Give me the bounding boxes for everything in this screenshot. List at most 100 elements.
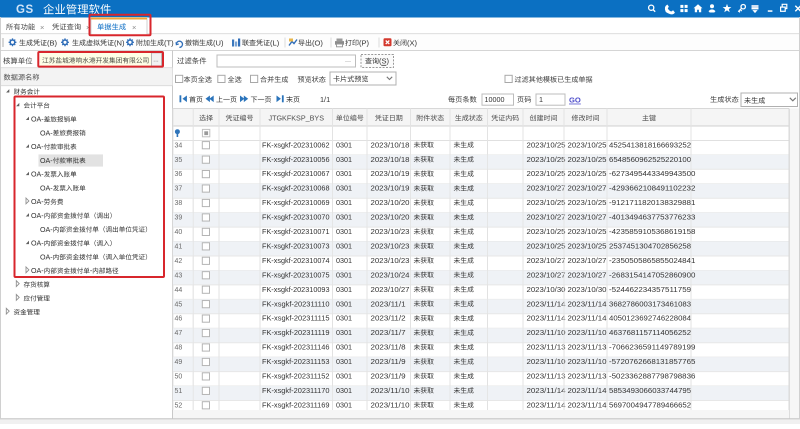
svg-text:0301: 0301 bbox=[336, 343, 352, 352]
svg-text:(L): (L) bbox=[270, 38, 280, 47]
svg-text:2023/11/14: 2023/11/14 bbox=[527, 400, 566, 409]
svg-text:(S): (S) bbox=[379, 57, 390, 66]
svg-text:2023/10/27: 2023/10/27 bbox=[568, 184, 607, 193]
svg-text:0301: 0301 bbox=[336, 155, 352, 164]
svg-text:44: 44 bbox=[175, 287, 183, 294]
svg-text:10000: 10000 bbox=[485, 95, 505, 104]
svg-text:2023/11/14: 2023/11/14 bbox=[527, 386, 566, 395]
svg-text:2023/10/20: 2023/10/20 bbox=[371, 198, 410, 207]
svg-text:FK-xsgkf-202311115: FK-xsgkf-202311115 bbox=[262, 314, 330, 323]
svg-text:2023/10/25: 2023/10/25 bbox=[568, 241, 607, 250]
svg-text:(B): (B) bbox=[47, 38, 58, 47]
svg-text:2023/10/27: 2023/10/27 bbox=[568, 256, 607, 265]
svg-text:2023/10/25: 2023/10/25 bbox=[527, 241, 566, 250]
svg-text:2023/10/27: 2023/10/27 bbox=[527, 213, 566, 222]
svg-text:2023/11/10: 2023/11/10 bbox=[371, 386, 410, 395]
svg-text:2023/11/14: 2023/11/14 bbox=[527, 314, 566, 323]
svg-text:1/1: 1/1 bbox=[320, 95, 330, 104]
svg-text:2023/11/10: 2023/11/10 bbox=[568, 357, 607, 366]
svg-text:1: 1 bbox=[539, 95, 543, 104]
svg-text:×: × bbox=[40, 23, 44, 32]
svg-text:2023/10/19: 2023/10/19 bbox=[371, 169, 410, 178]
svg-text:FK-xsgkf-202310067: FK-xsgkf-202310067 bbox=[262, 169, 330, 178]
svg-text:2023/10/25: 2023/10/25 bbox=[527, 155, 566, 164]
svg-text:2023/11/9: 2023/11/9 bbox=[371, 357, 406, 366]
svg-text:0301: 0301 bbox=[336, 400, 352, 409]
svg-text:FK-xsgkf-202310069: FK-xsgkf-202310069 bbox=[262, 198, 330, 207]
svg-text:2023/10/27: 2023/10/27 bbox=[527, 184, 566, 193]
svg-text:OA-: OA- bbox=[40, 226, 53, 234]
svg-text:2023/10/20: 2023/10/20 bbox=[371, 213, 410, 222]
svg-text:45: 45 bbox=[175, 301, 183, 308]
svg-text:5697004947789466652: 5697004947789466652 bbox=[609, 400, 691, 409]
svg-text:×: × bbox=[132, 23, 136, 32]
svg-text:50: 50 bbox=[175, 374, 183, 381]
svg-text:48: 48 bbox=[175, 345, 183, 352]
svg-text:2023/10/27: 2023/10/27 bbox=[568, 270, 607, 279]
svg-text:2023/11/14: 2023/11/14 bbox=[568, 299, 607, 308]
svg-text:0301: 0301 bbox=[336, 314, 352, 323]
svg-text:FK-xsgkf-202310062: FK-xsgkf-202310062 bbox=[262, 140, 330, 149]
svg-text:0301: 0301 bbox=[336, 299, 352, 308]
svg-text:OA-: OA- bbox=[40, 157, 53, 165]
svg-text:0301: 0301 bbox=[336, 169, 352, 178]
svg-text:4637681157114056252: 4637681157114056252 bbox=[609, 328, 691, 337]
svg-text:2023/11/8: 2023/11/8 bbox=[371, 343, 406, 352]
svg-text:2023/10/19: 2023/10/19 bbox=[371, 184, 410, 193]
svg-text:(O): (O) bbox=[312, 38, 323, 47]
svg-text:FK-xsgkf-202310074: FK-xsgkf-202310074 bbox=[262, 256, 330, 265]
svg-text:2023/10/30: 2023/10/30 bbox=[568, 285, 607, 294]
svg-text:2023/10/27: 2023/10/27 bbox=[371, 285, 410, 294]
svg-text:41: 41 bbox=[175, 243, 183, 250]
svg-text:2023/10/25: 2023/10/25 bbox=[527, 227, 566, 236]
svg-text:OA-: OA- bbox=[31, 143, 44, 151]
svg-text:...: ... bbox=[345, 55, 351, 64]
svg-text:JTGKFKSP_BYS: JTGKFKSP_BYS bbox=[268, 114, 324, 123]
svg-text:OA-: OA- bbox=[40, 129, 53, 137]
svg-text:(T): (T) bbox=[164, 38, 174, 47]
svg-text:FK-xsgkf-202311146: FK-xsgkf-202311146 bbox=[262, 343, 330, 352]
svg-text:0301: 0301 bbox=[336, 140, 352, 149]
svg-text:2023/10/25: 2023/10/25 bbox=[527, 140, 566, 149]
svg-text:37: 37 bbox=[175, 186, 183, 193]
svg-text:OA-: OA- bbox=[40, 185, 53, 193]
svg-text:34: 34 bbox=[175, 142, 183, 149]
svg-text:5853493066033744795: 5853493066033744795 bbox=[609, 386, 691, 395]
svg-text:0301: 0301 bbox=[336, 198, 352, 207]
svg-text:2023/10/25: 2023/10/25 bbox=[527, 198, 566, 207]
svg-text:42: 42 bbox=[175, 258, 183, 265]
svg-text:3682786003173461083: 3682786003173461083 bbox=[609, 299, 691, 308]
svg-text:-6273495443349943500: -6273495443349943500 bbox=[609, 169, 695, 178]
svg-text:2023/11/10: 2023/11/10 bbox=[527, 328, 566, 337]
svg-text:51: 51 bbox=[175, 388, 183, 395]
svg-text:2023/11/7: 2023/11/7 bbox=[371, 328, 406, 337]
svg-text:FK-xsgkf-202311152: FK-xsgkf-202311152 bbox=[262, 372, 330, 381]
svg-text:FK-xsgkf-202310070: FK-xsgkf-202310070 bbox=[262, 213, 330, 222]
svg-text:-4013494637753776233: -4013494637753776233 bbox=[609, 213, 695, 222]
svg-text:OA-: OA- bbox=[31, 116, 44, 124]
svg-text:0301: 0301 bbox=[336, 184, 352, 193]
svg-text:2023/10/30: 2023/10/30 bbox=[527, 285, 566, 294]
svg-text:46: 46 bbox=[175, 316, 183, 323]
svg-text:FK-xsgkf-202311110: FK-xsgkf-202311110 bbox=[262, 299, 330, 308]
svg-text:2023/11/2: 2023/11/2 bbox=[371, 314, 406, 323]
svg-text:OA-: OA- bbox=[40, 253, 53, 261]
svg-text:47: 47 bbox=[175, 330, 183, 337]
svg-text:40: 40 bbox=[175, 229, 183, 236]
svg-text:0301: 0301 bbox=[336, 357, 352, 366]
svg-text:2023/10/25: 2023/10/25 bbox=[568, 155, 607, 164]
svg-text:FK-xsgkf-202311170: FK-xsgkf-202311170 bbox=[262, 386, 330, 395]
svg-text:OA-: OA- bbox=[31, 212, 44, 220]
svg-text:2537451304702856258: 2537451304702856258 bbox=[609, 241, 691, 250]
svg-text:-4293662108491102232: -4293662108491102232 bbox=[609, 184, 695, 193]
svg-text:2023/11/14: 2023/11/14 bbox=[568, 314, 607, 323]
svg-text:52: 52 bbox=[175, 402, 183, 409]
svg-text:2023/11/10: 2023/11/10 bbox=[527, 357, 566, 366]
svg-text:GS: GS bbox=[16, 4, 34, 16]
svg-text:(U): (U) bbox=[213, 38, 224, 47]
svg-text:38: 38 bbox=[175, 200, 183, 207]
svg-text:FK-xsgkf-202311119: FK-xsgkf-202311119 bbox=[262, 328, 330, 337]
svg-text:2023/11/13: 2023/11/13 bbox=[527, 343, 566, 352]
svg-text:0301: 0301 bbox=[336, 227, 352, 236]
svg-text:FK-xsgkf-202310068: FK-xsgkf-202310068 bbox=[262, 184, 330, 193]
